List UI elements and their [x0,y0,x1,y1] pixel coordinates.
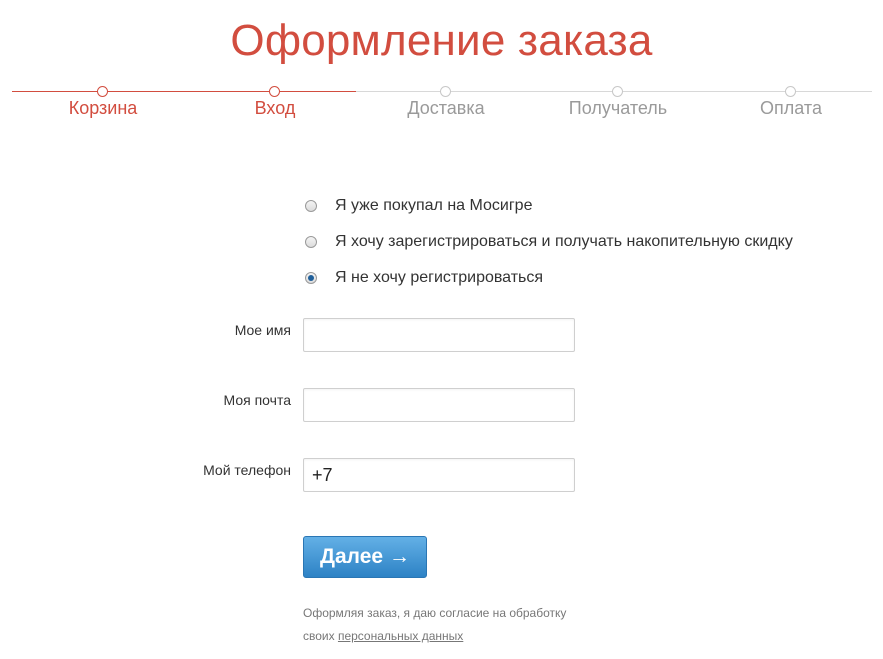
email-label: Моя почта [223,392,291,408]
option-existing-customer[interactable]: Я уже покупал на Мосигре [305,188,793,224]
step-dot-icon [440,86,451,97]
step-dot-icon [785,86,796,97]
step-dot-icon [269,86,280,97]
consent-prefix: своих [303,629,338,643]
auth-options: Я уже покупал на Мосигре Я хочу зарегист… [305,188,793,296]
option-guest[interactable]: Я не хочу регистрироваться [305,260,793,296]
radio-button[interactable] [305,236,317,248]
name-field-row: Мое имя [0,318,883,352]
next-button[interactable]: Далее → [303,536,427,578]
step-label: Доставка [407,98,485,118]
personal-data-link[interactable]: персональных данных [338,629,463,643]
consent-text: Оформляя заказ, я даю согласие на обрабо… [303,602,566,648]
email-field-row: Моя почта [0,388,883,422]
step-dot-icon [97,86,108,97]
phone-label: Мой телефон [203,462,291,478]
step-label: Корзина [68,98,138,118]
step-label: Оплата [760,98,822,118]
step-label: Получатель [568,98,668,118]
page-title: Оформление заказа [230,16,653,65]
radio-label: Я уже покупал на Мосигре [335,197,533,214]
email-input[interactable] [303,388,575,422]
step-label: Вход [254,98,296,118]
radio-label: Я хочу зарегистрироваться и получать нак… [335,233,793,250]
radio-button-checked[interactable] [305,272,317,284]
option-register[interactable]: Я хочу зарегистрироваться и получать нак… [305,224,793,260]
name-label: Мое имя [234,322,291,338]
step-dot-icon [612,86,623,97]
phone-field-row: Мой телефон [0,458,883,492]
radio-label: Я не хочу регистрироваться [335,269,544,286]
checkout-stepper: Корзина Вход Доставка Получатель Оплата [0,84,883,124]
phone-input[interactable] [303,458,575,492]
consent-line-1: Оформляя заказ, я даю согласие на обрабо… [303,606,567,620]
stepper-progress-line [12,91,356,92]
name-input[interactable] [303,318,575,352]
radio-button[interactable] [305,200,317,212]
consent-line-2: своих персональных данных [303,625,566,648]
